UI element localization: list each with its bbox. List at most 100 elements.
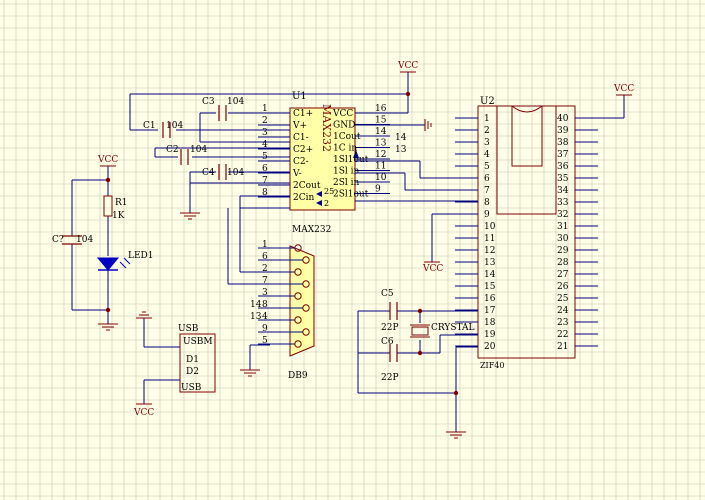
usb-part: USBM <box>183 337 213 347</box>
u2-pin-num: 21 <box>557 342 568 352</box>
u1-inner-mark-7: 25 <box>324 187 334 196</box>
u2-pin-num: 26 <box>557 282 569 292</box>
u2-pin-num: 16 <box>484 294 496 304</box>
junction-dot <box>417 308 423 314</box>
u2-pin-num: 1 <box>484 114 490 124</box>
u2-pin-num: 17 <box>484 306 496 316</box>
u2-pin-num: 37 <box>557 150 569 160</box>
c6-ref: C6 <box>381 337 394 347</box>
vcc-label-u1: VCC <box>397 61 418 71</box>
r1-value: 1K <box>112 211 125 221</box>
u2-pin-num: 36 <box>557 162 569 172</box>
u1-pin-num: 15 <box>375 116 387 126</box>
u2-ref: U2 <box>480 96 495 107</box>
u2-pin-num: 22 <box>557 330 568 340</box>
c5-value: 22P <box>381 323 399 333</box>
u2-pin-num: 18 <box>484 318 496 328</box>
junction-dot <box>417 350 423 356</box>
usb-connector: USB USBM D1 D2 USB <box>143 318 216 404</box>
u2-pin-num: 34 <box>557 186 569 196</box>
vcc-icon-led: VCC <box>97 155 118 167</box>
db9-pin-num: 4 <box>262 312 268 322</box>
u2-pin-num: 32 <box>557 210 568 220</box>
u1-inner-mark-8: 2 <box>324 199 329 208</box>
u2-pin-num: 39 <box>557 126 569 136</box>
ground-icon-led <box>98 323 118 331</box>
u1-pin-name: V- <box>292 169 302 179</box>
u1-pin-name: 1Sl1out <box>333 155 369 165</box>
u2-pin-num: 35 <box>557 174 569 184</box>
c4-ref: C4 <box>202 168 215 178</box>
u1-pin-name: 2Cout <box>293 181 321 191</box>
grid <box>0 0 705 500</box>
ground-icon-u1 <box>424 119 432 131</box>
u2-pin-num: 4 <box>484 150 490 160</box>
db9-top-label: MAX232 <box>292 225 331 235</box>
c7-ref: C? <box>52 235 64 245</box>
ground-icon-c4 <box>180 212 200 220</box>
db9-pin-num: 8 <box>262 300 268 310</box>
u2-pin-num: 10 <box>484 222 496 232</box>
u1-pin-name: 1C in <box>333 144 357 154</box>
ground-icon-crystal <box>446 431 466 439</box>
schematic-canvas: U1 MAX232 1 C1+ 2 V+ 3 C1- 4 C2+ 5 C2- 6 V- 7 2Cout 8 2… <box>0 0 705 500</box>
u1-pin-num: 14 <box>375 127 387 137</box>
db9-pin-num: 7 <box>262 276 268 286</box>
db9-pin-num: 9 <box>262 324 268 334</box>
u1-pin-name: V+ <box>292 121 307 131</box>
c2-ref: C2 <box>166 145 179 155</box>
u1-pin-num: 12 <box>375 150 386 160</box>
vcc-icon-u2-pin20: VCC <box>422 261 443 274</box>
db9-shell <box>289 245 315 357</box>
c3-value: 104 <box>227 97 244 107</box>
u2-pin-num: 29 <box>557 246 569 256</box>
db9-net-label: 14 <box>250 300 262 310</box>
u1-pin-name: 1Sl in <box>333 167 360 177</box>
usb-ref: USB <box>178 324 199 334</box>
u2-pin-num: 25 <box>557 294 569 304</box>
c6-value: 22P <box>381 373 399 383</box>
u2-pin-num: 27 <box>557 270 569 280</box>
u1-pin-name: C1+ <box>293 109 313 119</box>
u2-pin-num: 15 <box>484 282 496 292</box>
junction-dot <box>405 91 411 97</box>
u1-right-pins: 16VCC15GND141Cout131C in121Sl1out111Sl i… <box>332 104 390 200</box>
junction-dot <box>453 390 459 396</box>
usb-bottom: USB <box>181 383 202 393</box>
u2-pin-num: 9 <box>484 210 490 220</box>
u1-pin-num: 2 <box>262 116 268 126</box>
u1-pin-name: 2Cin <box>293 193 314 203</box>
u1-pin-num: 7 <box>262 176 268 186</box>
db9-net-label: 13 <box>250 312 262 322</box>
junction-dot <box>105 177 111 183</box>
vcc-icon-u2-pin40: VCC <box>613 84 634 96</box>
c7-value: 104 <box>76 235 93 245</box>
db9-pin-num: 5 <box>262 336 268 346</box>
net-label-13: 13 <box>395 145 407 155</box>
u1-pin-num: 11 <box>375 162 386 172</box>
vcc-symbols: VCC VCC VCC VCC VCC <box>97 61 634 418</box>
u2-pin-num: 30 <box>557 234 569 244</box>
u2-pin-num: 3 <box>484 138 490 148</box>
u1-pin-name: GND <box>333 121 355 131</box>
u2-pin-num: 40 <box>557 114 569 124</box>
u1-pin-name: 1Cout <box>333 132 361 142</box>
net-label-14: 14 <box>395 133 407 143</box>
u1-pin-name: 2Sl in <box>333 178 360 188</box>
u1-pin-num: 13 <box>375 139 387 149</box>
u2-pin-num: 8 <box>484 198 490 208</box>
u2-pin-num: 28 <box>557 258 569 268</box>
ground-symbols <box>98 119 466 439</box>
u2-pin-num: 11 <box>484 234 495 244</box>
u2-pin-num: 20 <box>484 342 496 352</box>
u2-pin-num: 31 <box>557 222 568 232</box>
led-circuit: R1 1K LED1 C? 104 <box>52 166 154 324</box>
u1-pin-name: 2Sl1out <box>333 190 369 200</box>
u1-pin-name: C1- <box>293 133 309 143</box>
r1-resistor <box>103 195 113 217</box>
u2-pin-num: 23 <box>557 318 569 328</box>
vcc-label-u2-pin20: VCC <box>422 264 443 274</box>
u2-pin-num: 33 <box>557 198 569 208</box>
u1-left-pins: 1 C1+2 V+3 C1-4 C2+5 C2-6 V-7 2Cout8 2Cin <box>258 104 321 203</box>
db9-pin-num: 2 <box>262 264 268 274</box>
